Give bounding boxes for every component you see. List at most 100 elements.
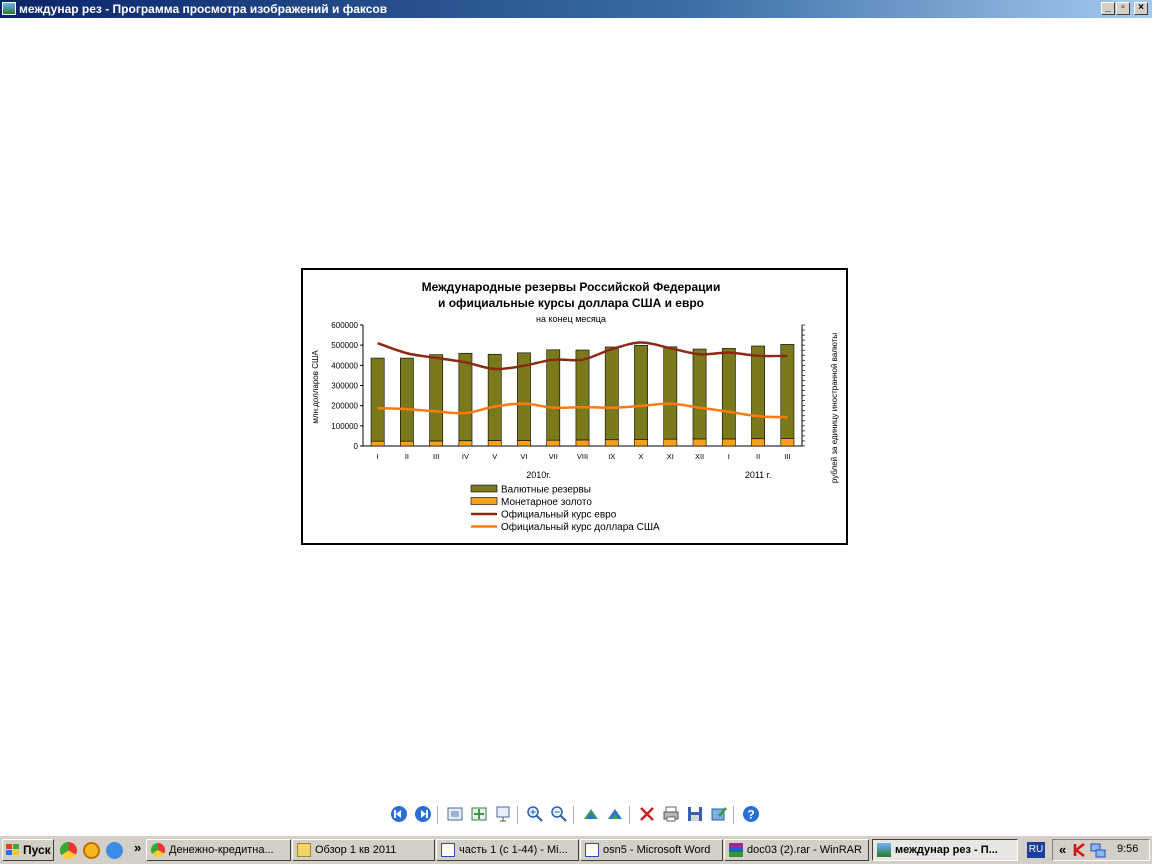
rotate-clockwise-icon[interactable] [581, 804, 601, 824]
taskbar-button-label: osn5 - Microsoft Word [603, 844, 711, 856]
bar-gold [663, 438, 678, 447]
print-icon[interactable] [661, 804, 681, 824]
clock-app-icon[interactable] [83, 842, 100, 859]
bar-gold [751, 438, 765, 447]
bar-fx-reserves [751, 345, 765, 440]
start-button[interactable]: Пуск [2, 839, 54, 861]
taskbar-button-label: Денежно-кредитна... [169, 844, 274, 856]
bar-fx-reserves [575, 349, 590, 441]
y-tick-label: 400000 [331, 361, 358, 370]
legend-label: Официальный курс доллара США [501, 521, 660, 533]
bar-gold [400, 440, 414, 447]
close-button[interactable]: × [1134, 2, 1148, 15]
winrar-icon [729, 843, 743, 857]
edit-icon[interactable] [709, 804, 729, 824]
bar-fx-reserves [400, 357, 414, 442]
minimize-button[interactable]: _ [1101, 2, 1115, 15]
bar-fx-reserves [634, 345, 648, 440]
chrome-icon [151, 843, 165, 857]
chart-image: Международные резервы Российской Федерац… [301, 268, 848, 545]
x-tick-label: II [756, 452, 760, 461]
x-tick-label: II [405, 452, 409, 461]
svg-text:?: ? [747, 808, 754, 822]
x-tick-label: IV [462, 452, 469, 461]
taskbar-button-folder[interactable]: Обзор 1 кв 2011 [292, 839, 435, 861]
legend-swatch [470, 497, 498, 505]
x-tick-label: VIII [577, 452, 588, 461]
delete-icon[interactable] [637, 804, 657, 824]
y-tick-label: 200000 [331, 402, 358, 411]
bar-gold [487, 440, 502, 447]
clock: 9:56 [1117, 843, 1139, 855]
kaspersky-icon[interactable] [1073, 843, 1087, 857]
bar-fx-reserves [721, 348, 736, 440]
word-doc-icon [585, 843, 599, 857]
windows-logo-icon [6, 844, 19, 855]
toolbar-separator [573, 806, 574, 824]
language-indicator[interactable]: RU [1027, 842, 1045, 858]
year-label: 2011 г. [745, 470, 772, 480]
bar-fx-reserves [604, 346, 619, 441]
bar-gold [604, 439, 619, 447]
network-icon[interactable] [1090, 843, 1106, 858]
legend-swatch [470, 484, 498, 493]
bar-gold [634, 439, 648, 447]
bar-fx-reserves [546, 349, 561, 441]
window-title-bar[interactable]: междунар рез - Программа просмотра изобр… [0, 0, 1152, 18]
chevron-right-icon[interactable]: » [134, 840, 141, 855]
legend-label: Монетарное золото [501, 497, 592, 508]
chart: Международные резервы Российской Федерац… [311, 280, 839, 533]
year-label: 2010г. [526, 470, 551, 480]
bar-gold [370, 440, 385, 447]
y-tick-label: 100000 [331, 422, 358, 431]
y2-axis-label: рублей за единицу иностранной валюты [830, 333, 839, 484]
bar-gold [721, 438, 736, 447]
bar-gold [575, 439, 590, 447]
x-tick-label: VII [549, 452, 558, 461]
x-tick-label: V [492, 452, 497, 461]
taskbar-button-winrar[interactable]: doc03 (2).rar - WinRAR [724, 839, 869, 861]
rotate-counterclockwise-icon[interactable] [605, 804, 625, 824]
bar-fx-reserves [458, 352, 473, 442]
toolbar-separator [437, 806, 438, 824]
taskbar-button-word-2[interactable]: osn5 - Microsoft Word [580, 839, 723, 861]
x-tick-label: XI [667, 452, 674, 461]
zoom-in-icon[interactable] [525, 804, 545, 824]
slideshow-icon[interactable] [493, 804, 513, 824]
x-tick-label: III [784, 452, 790, 461]
x-tick-label: IX [608, 452, 615, 461]
zoom-out-icon[interactable] [549, 804, 569, 824]
actual-size-icon[interactable] [469, 804, 489, 824]
legend-label: Валютные резервы [501, 485, 591, 496]
bar-fx-reserves [370, 357, 385, 442]
chart-title-line2: и официальные курсы доллара США и евро [438, 296, 704, 310]
x-tick-label: I [728, 452, 730, 461]
x-tick-label: III [433, 452, 439, 461]
previous-image-icon[interactable] [389, 804, 409, 824]
help-icon[interactable]: ? [741, 804, 761, 824]
x-tick-label: X [639, 452, 644, 461]
restore-button[interactable]: ▫ [1116, 2, 1130, 15]
chrome-icon[interactable] [60, 842, 77, 859]
next-image-icon[interactable] [413, 804, 433, 824]
x-tick-label: VI [520, 452, 527, 461]
chevron-left-icon[interactable]: « [1059, 842, 1066, 857]
image-viewer-icon [2, 2, 16, 15]
save-icon[interactable] [685, 804, 705, 824]
taskbar-button-word-1[interactable]: часть 1 (с 1-44) - Mi... [436, 839, 579, 861]
y-tick-label: 300000 [331, 382, 358, 391]
best-fit-icon[interactable] [445, 804, 465, 824]
taskbar-button-label: doc03 (2).rar - WinRAR [747, 844, 862, 856]
toolbar-separator [517, 806, 518, 824]
taskbar-button-chrome[interactable]: Денежно-кредитна... [146, 839, 291, 861]
taskbar-button-image-viewer[interactable]: междунар рез - П... [872, 839, 1018, 861]
system-tray: « 9:56 [1052, 839, 1150, 861]
window-title: междунар рез - Программа просмотра изобр… [19, 2, 388, 16]
internet-explorer-icon[interactable] [106, 842, 123, 859]
bar-gold [546, 439, 561, 447]
bar-fx-reserves [780, 344, 795, 439]
word-doc-icon [441, 843, 455, 857]
taskbar: Пуск » Денежно-кредитна... Обзор 1 кв 20… [0, 835, 1152, 864]
y-axis-label: млн.долларов США [311, 350, 320, 424]
toolbar-separator [733, 806, 734, 824]
